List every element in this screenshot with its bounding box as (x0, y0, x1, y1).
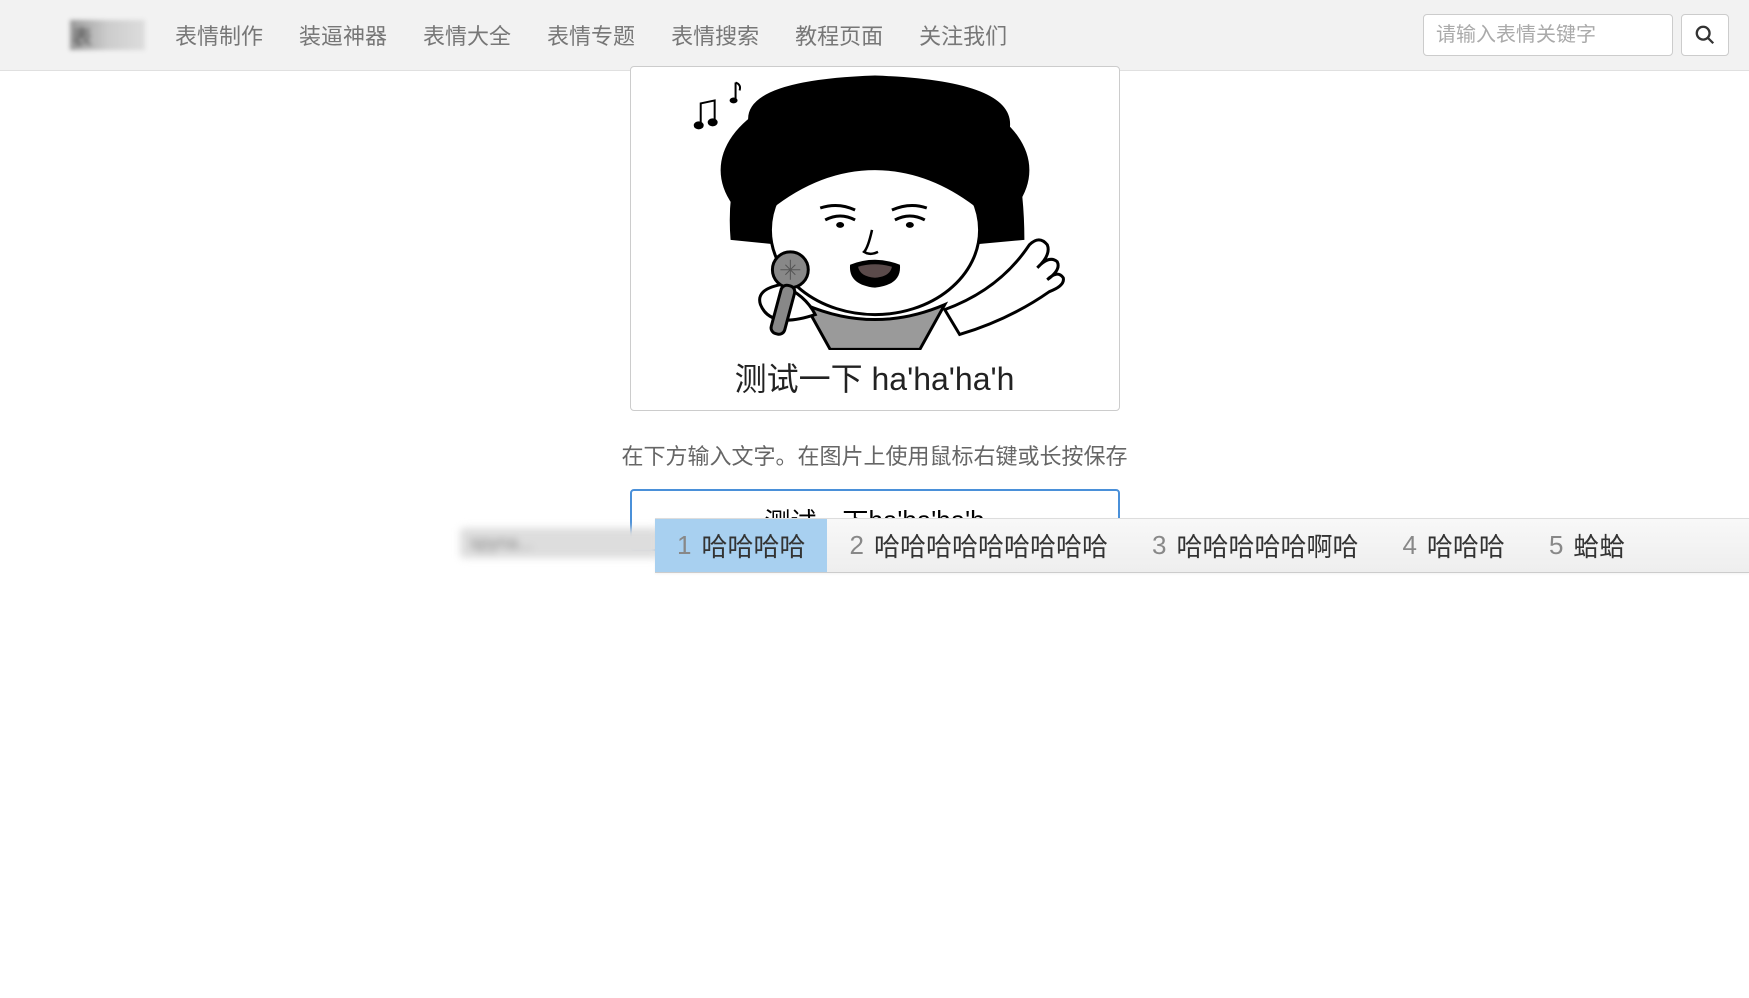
ime-candidate-text: 哈哈哈哈 (701, 527, 805, 564)
ime-candidate-3[interactable]: 3 哈哈哈哈哈啊哈 (1130, 519, 1380, 572)
nav-link-tutorial[interactable]: 教程页面 (795, 19, 883, 51)
nav-link-tool[interactable]: 装逼神器 (299, 19, 387, 51)
ime-candidate-text: 蛤蛤 (1573, 527, 1625, 564)
ime-candidate-5[interactable]: 5 蛤蛤 (1527, 519, 1647, 572)
search-icon (1694, 24, 1716, 46)
nav-right (1423, 14, 1729, 56)
meme-caption: 测试一下 ha'ha'ha'h (735, 354, 1015, 400)
ime-candidate-number: 1 (677, 530, 691, 561)
ime-candidate-text: 哈哈哈哈哈啊哈 (1176, 527, 1358, 564)
nav-link-make[interactable]: 表情制作 (175, 19, 263, 51)
hint-text: 在下方输入文字。在图片上使用鼠标右键或长按保存 (621, 439, 1127, 471)
navbar: 表 表情制作 装逼神器 表情大全 表情专题 表情搜索 教程页面 关注我们 (0, 0, 1749, 71)
ime-candidate-4[interactable]: 4 哈哈哈 (1380, 519, 1526, 572)
nav-link-follow[interactable]: 关注我们 (919, 19, 1007, 51)
nav-links: 表情制作 装逼神器 表情大全 表情专题 表情搜索 教程页面 关注我们 (175, 19, 1007, 51)
nav-link-all[interactable]: 表情大全 (423, 19, 511, 51)
search-button[interactable] (1681, 14, 1729, 56)
nav-link-topic[interactable]: 表情专题 (547, 19, 635, 51)
ime-candidate-text: 哈哈哈 (1427, 527, 1505, 564)
site-logo[interactable]: 表 (70, 20, 145, 50)
ime-candidate-number: 5 (1549, 530, 1563, 561)
ime-candidate-number: 3 (1152, 530, 1166, 561)
ime-candidate-2[interactable]: 2 哈哈哈哈哈哈哈哈哈 (827, 519, 1129, 572)
blurred-watermark: spyna... (460, 528, 660, 558)
meme-image (631, 70, 1119, 350)
ime-candidate-1[interactable]: 1 哈哈哈哈 (655, 519, 827, 572)
main-content: 测试一下 ha'ha'ha'h 在下方输入文字。在图片上使用鼠标右键或长按保存 … (0, 71, 1749, 551)
ime-candidate-number: 2 (849, 530, 863, 561)
ime-candidate-text: 哈哈哈哈哈哈哈哈哈 (874, 527, 1108, 564)
ime-candidate-bar: 1 哈哈哈哈 2 哈哈哈哈哈哈哈哈哈 3 哈哈哈哈哈啊哈 4 哈哈哈 5 蛤蛤 (655, 518, 1749, 573)
meme-preview[interactable]: 测试一下 ha'ha'ha'h (630, 66, 1120, 411)
search-input[interactable] (1423, 14, 1673, 56)
ime-candidate-number: 4 (1402, 530, 1416, 561)
nav-link-search[interactable]: 表情搜索 (671, 19, 759, 51)
